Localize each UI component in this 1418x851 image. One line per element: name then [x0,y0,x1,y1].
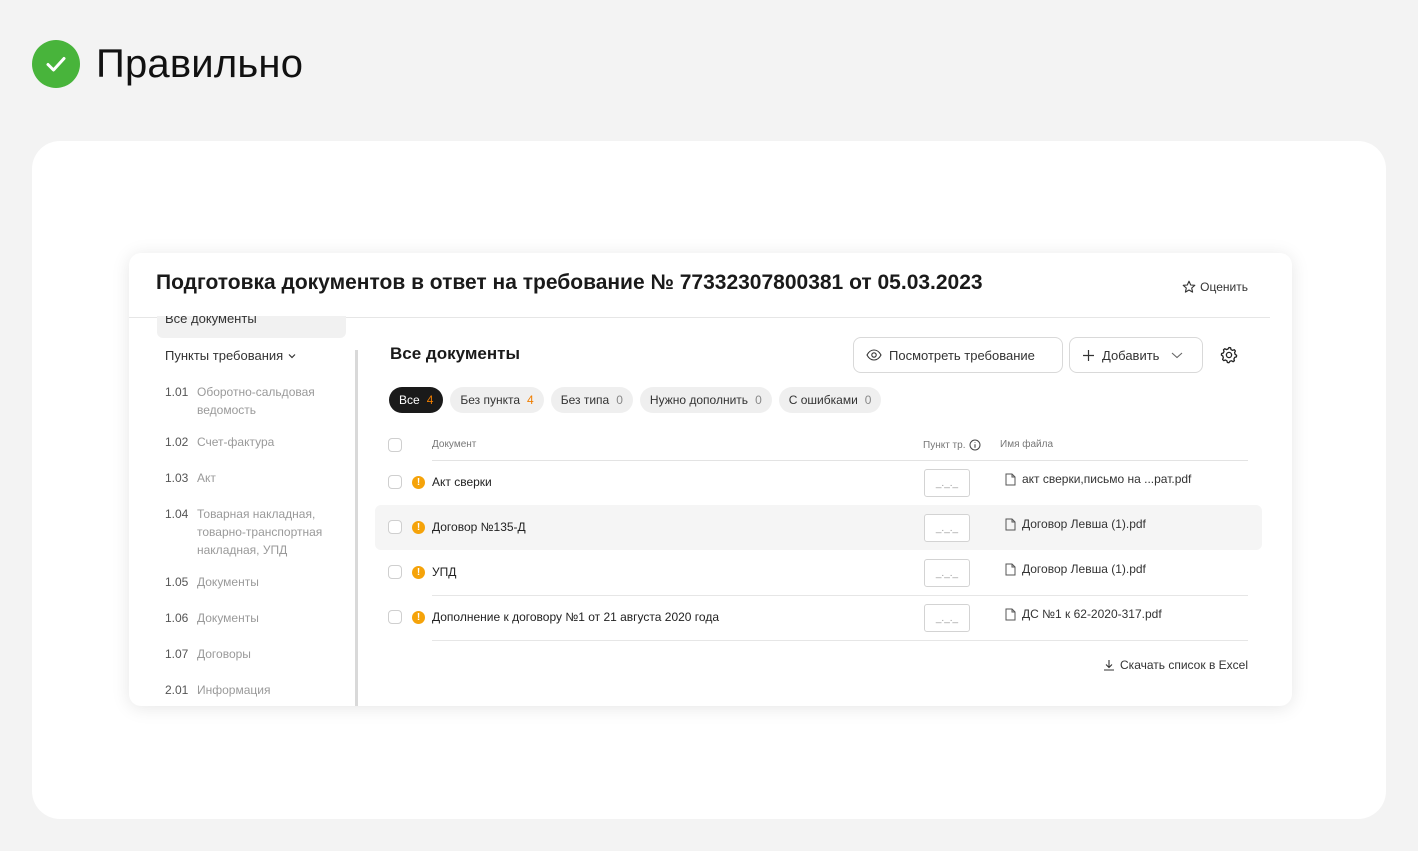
view-requirement-label: Посмотреть требование [889,347,1035,363]
sidebar-item[interactable]: 1.07 Договоры [165,645,337,663]
filter-chips: Все 4 Без пункта 4 Без типа 0 Нужно дополни… [389,387,882,413]
filter-chip-errors[interactable]: С ошибками 0 [778,387,882,413]
table-row[interactable]: ! Дополнение к договору №1 от 21 августа… [375,595,1262,640]
document-name: УПД [432,565,457,579]
sidebar-item[interactable]: 1.03 Акт [165,469,337,487]
file-icon [1005,608,1016,620]
table-row[interactable]: ! Акт сверки _._._ акт сверки,письмо на … [375,460,1262,505]
file-icon [1005,518,1016,530]
sidebar-section-toggle[interactable]: Пункты требования [165,348,297,363]
column-header-punkt: Пункт тр. [923,439,981,451]
plus-icon [1083,349,1094,361]
window-title: Подготовка документов в ответ на требова… [156,271,983,294]
warning-icon: ! [412,521,425,534]
warning-icon: ! [412,566,425,579]
filter-chip-no-type[interactable]: Без типа 0 [550,387,633,413]
add-button[interactable]: Добавить [1069,337,1203,373]
file-name[interactable]: Договор Левша (1).pdf [1005,562,1146,576]
row-checkbox[interactable] [388,565,402,579]
star-icon [1182,280,1196,293]
download-excel-link[interactable]: Скачать список в Excel [1103,658,1248,672]
row-checkbox[interactable] [388,475,402,489]
table-row[interactable]: ! Договор №135-Д _._._ Договор Левша (1)… [375,505,1262,550]
check-icon [46,57,66,72]
chevron-down-icon [1172,352,1183,359]
row-checkbox[interactable] [388,610,402,624]
sidebar-item[interactable]: 1.04 Товарная накладная, товарно-транспор… [165,505,337,559]
rate-button[interactable]: Оценить [1182,280,1248,294]
punkt-input[interactable]: _._._ [924,604,970,632]
row-checkbox[interactable] [388,520,402,534]
file-name[interactable]: Договор Левша (1).pdf [1005,517,1146,531]
eye-icon [866,349,882,361]
document-name: Акт сверки [432,475,492,489]
select-all-checkbox[interactable] [388,438,402,452]
rate-label: Оценить [1200,280,1248,294]
warning-icon: ! [412,611,425,624]
document-name: Договор №135-Д [432,520,526,534]
file-icon [1005,563,1016,575]
sidebar-scrollbar[interactable] [355,350,358,706]
sidebar-item-all-documents[interactable]: Все документы [157,316,346,338]
punkt-input[interactable]: _._._ [924,469,970,497]
chevron-down-icon [288,353,296,358]
sidebar-item[interactable]: 1.01 Оборотно-сальдовая ведомость [165,383,337,419]
column-header-document: Документ [432,439,477,450]
row-divider [432,640,1248,641]
filter-chip-needs-supplement[interactable]: Нужно дополнить 0 [639,387,772,413]
file-name[interactable]: акт сверки,письмо на ...рат.pdf [1005,472,1191,486]
gear-icon [1220,346,1238,364]
table-row[interactable]: ! УПД _._._ Договор Левша (1).pdf [375,550,1262,595]
sidebar-section-label: Пункты требования [165,348,284,363]
file-icon [1005,473,1016,485]
main-title: Все документы [390,344,520,363]
punkt-input[interactable]: _._._ [924,559,970,587]
success-badge [32,40,80,88]
filter-chip-no-punkt[interactable]: Без пункта 4 [450,387,544,413]
view-requirement-button[interactable]: Посмотреть требование [853,337,1063,373]
sidebar-item[interactable]: 2.01 Информация [165,681,337,699]
sidebar: Все документы Пункты требования 1.01 Обор… [129,316,358,706]
settings-button[interactable] [1220,346,1238,369]
document-name: Дополнение к договору №1 от 21 августа 2… [432,610,720,624]
file-name[interactable]: ДС №1 к 62-2020-317.pdf [1005,607,1162,621]
page-heading: Правильно [96,42,304,86]
column-header-filename: Имя файла [1000,439,1054,450]
sidebar-item[interactable]: 1.02 Счет-фактура [165,433,337,451]
sidebar-item[interactable]: 1.05 Документы [165,573,337,591]
sidebar-item[interactable]: 1.06 Документы [165,609,337,627]
info-icon[interactable] [969,439,981,451]
punkt-input[interactable]: _._._ [924,514,970,542]
app-window: Подготовка документов в ответ на требова… [129,253,1292,706]
add-label: Добавить [1102,347,1160,363]
warning-icon: ! [412,476,425,489]
download-icon [1104,660,1115,671]
filter-chip-all[interactable]: Все 4 [389,387,444,413]
